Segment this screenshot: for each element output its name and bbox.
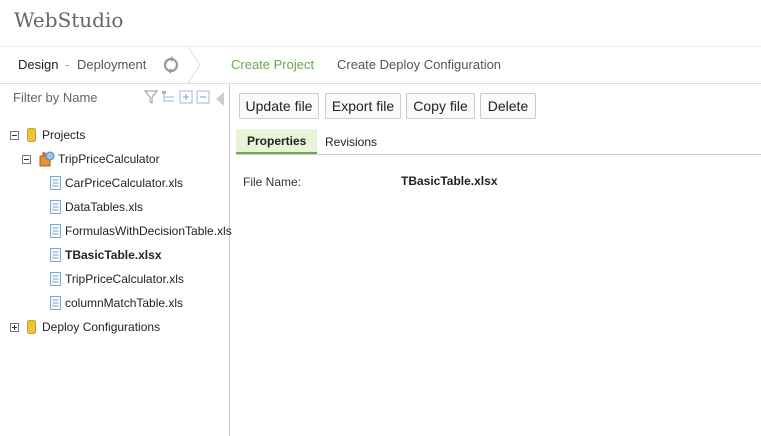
file-label: TripPriceCalculator.xls: [65, 272, 184, 286]
create-deploy-configuration-link[interactable]: Create Deploy Configuration: [337, 57, 501, 72]
collapse-all-icon[interactable]: [196, 90, 210, 104]
create-project-link[interactable]: Create Project: [231, 57, 314, 72]
file-icon: [50, 224, 61, 238]
tree-node-file[interactable]: CarPriceCalculator.xls: [50, 173, 183, 193]
filter-icon[interactable]: [144, 90, 158, 104]
file-icon: [50, 248, 61, 262]
expand-toggle-icon[interactable]: [10, 322, 19, 332]
project-tree-panel: Projects TripPriceCalculator CarPriceCal…: [0, 84, 232, 436]
file-icon: [50, 200, 61, 214]
file-icon: [50, 272, 61, 286]
top-navbar: Design - Deployment Create Project Creat…: [0, 47, 761, 84]
tree-node-label: Projects: [42, 128, 86, 142]
project-icon: [39, 151, 55, 167]
expand-all-icon[interactable]: [179, 90, 193, 104]
delete-button[interactable]: Delete: [480, 93, 536, 119]
file-label: CarPriceCalculator.xls: [65, 176, 184, 190]
tree-node-label: Deploy Configurations: [42, 320, 161, 334]
tab-revisions[interactable]: Revisions: [325, 129, 377, 154]
tree-node-file[interactable]: DataTables.xls: [50, 197, 143, 217]
tree-node-label: TripPriceCalculator: [58, 152, 160, 166]
refresh-icon[interactable]: [161, 55, 181, 75]
app-logo[interactable]: WebStudio: [14, 8, 123, 32]
nav-separator: -: [65, 57, 70, 72]
file-name-label: File Name:: [243, 175, 302, 189]
tree-node-projects[interactable]: Projects: [10, 125, 85, 145]
file-label: columnMatchTable.xls: [65, 296, 184, 310]
app-header: WebStudio: [0, 0, 761, 47]
file-label: FormulasWithDecisionTable.xls: [65, 224, 232, 238]
tree-node-project[interactable]: TripPriceCalculator: [22, 149, 160, 169]
database-icon: [27, 320, 36, 334]
nav-chevron-separator-icon: [187, 47, 201, 83]
tree-node-file[interactable]: columnMatchTable.xls: [50, 293, 183, 313]
file-icon: [50, 296, 61, 310]
collapse-toggle-icon[interactable]: [22, 154, 31, 164]
file-label: DataTables.xls: [65, 200, 144, 214]
tree-node-file-selected[interactable]: TBasicTable.xlsx: [50, 245, 162, 265]
file-icon: [50, 176, 61, 190]
update-file-button[interactable]: Update file: [239, 93, 319, 119]
tree-view-icon[interactable]: [161, 90, 175, 104]
file-name-value: TBasicTable.xlsx: [401, 174, 498, 188]
export-file-button[interactable]: Export file: [325, 93, 401, 119]
tree-node-file[interactable]: FormulasWithDecisionTable.xls: [50, 221, 232, 241]
collapse-toggle-icon[interactable]: [10, 130, 19, 140]
database-icon: [27, 128, 36, 142]
nav-deployment-link[interactable]: Deployment: [77, 57, 146, 72]
tree-node-deploy-configurations[interactable]: Deploy Configurations: [10, 317, 160, 337]
filter-by-name-input[interactable]: [13, 90, 133, 105]
collapse-panel-arrow-icon[interactable]: [215, 92, 225, 106]
details-tabs: Properties Revisions: [236, 129, 761, 155]
tree-node-file[interactable]: TripPriceCalculator.xls: [50, 269, 184, 289]
nav-design-link[interactable]: Design: [18, 57, 58, 72]
file-label: TBasicTable.xlsx: [65, 248, 162, 262]
tab-properties[interactable]: Properties: [236, 129, 318, 154]
copy-file-button[interactable]: Copy file: [406, 93, 475, 119]
